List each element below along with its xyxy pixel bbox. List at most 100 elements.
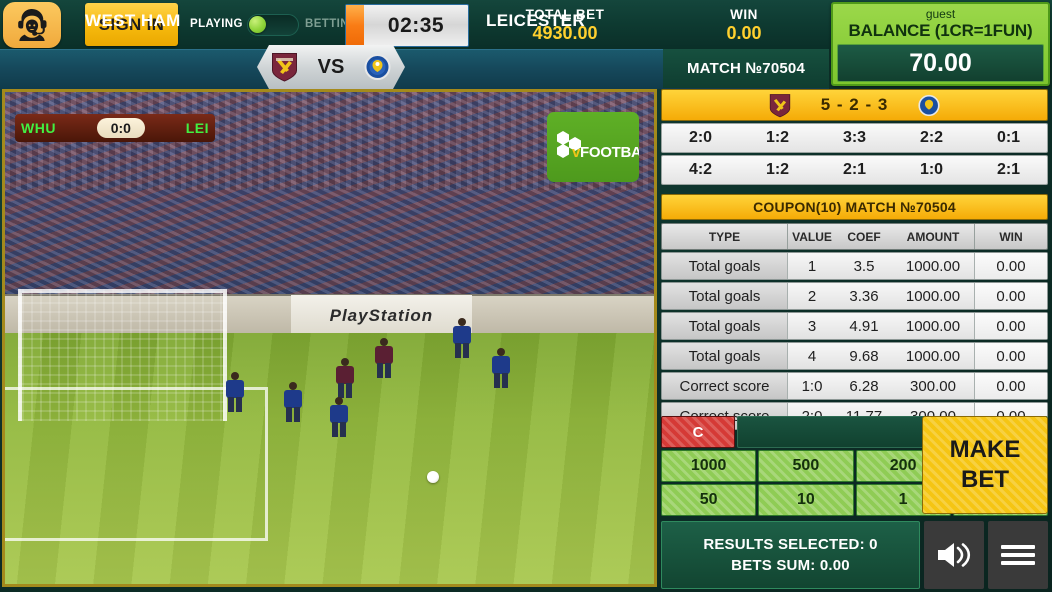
results-summary: RESULTS SELECTED: 0 BETS SUM: 0.00 (661, 521, 920, 589)
coupon-rows: Total goals 1 3.5 1000.00 0.00 Total goals 2 3.… (659, 252, 1050, 430)
coupon-cell-amount: 300.00 (892, 373, 975, 399)
coupon-row[interactable]: Total goals 1 3.5 1000.00 0.00 (661, 252, 1048, 280)
toggle-knob (249, 16, 266, 33)
video-scoreboard: WHU 0:0 LEI (15, 114, 215, 142)
coupon-row[interactable]: Correct score 1:0 6.28 300.00 0.00 (661, 372, 1048, 400)
series-record: 5 - 2 - 3 (820, 95, 889, 114)
series-header: 5 - 2 - 3 (661, 89, 1048, 121)
balance-panel[interactable]: guest BALANCE (1CR=1FUN) 70.00 (831, 2, 1050, 86)
sound-button[interactable] (924, 521, 984, 589)
results-selected: RESULTS SELECTED: 0 (703, 536, 878, 553)
win-label: WIN (730, 6, 758, 22)
vfootball-logo-text: vFOOTBALL (572, 144, 639, 161)
leicester-crest-icon (364, 54, 391, 80)
vfootball-logo: vFOOTBALL (547, 112, 639, 182)
match-number: MATCH №70504 (663, 49, 829, 88)
make-bet-button[interactable]: MAKE BET (922, 416, 1048, 514)
coupon-row[interactable]: Total goals 4 9.68 1000.00 0.00 (661, 342, 1048, 370)
coupon-cell-type: Total goals (662, 283, 788, 309)
history-score-cell: 2:1 (842, 161, 867, 178)
scorebug-home: WHU (21, 120, 56, 136)
history-score-cell: 2:0 (688, 129, 713, 146)
chip-10[interactable]: 10 (758, 484, 854, 516)
round-timer: 02:35 (345, 4, 469, 47)
betting-app: SIGN IN PLAYING BETTING 02:35 TOTAL BET … (0, 0, 1052, 592)
leicester-crest-small-icon (918, 94, 940, 116)
column-value: VALUE (792, 229, 832, 244)
coupon-cell-value: 4 (788, 343, 836, 369)
playing-label: PLAYING (190, 18, 243, 30)
coupon-title: COUPON(10) MATCH №70504 (661, 194, 1048, 220)
make-bet-line-2: BET (961, 466, 1009, 493)
chip-1000[interactable]: 1000 (661, 450, 757, 482)
home-team-name: WEST HAM (85, 11, 181, 30)
hamburger-menu-icon (1001, 541, 1035, 569)
coupon-cell-coef: 3.36 (836, 283, 892, 309)
coupon-row[interactable]: Total goals 2 3.36 1000.00 0.00 (661, 282, 1048, 310)
scorebug-away: LEI (185, 120, 209, 136)
coupon-cell-amount: 1000.00 (892, 283, 975, 309)
player (284, 382, 303, 423)
coupon-cell-win: 0.00 (975, 253, 1047, 279)
versus-badge: VS (257, 45, 405, 89)
coupon-cell-value: 1 (788, 253, 836, 279)
bets-sum: BETS SUM: 0.00 (731, 557, 850, 574)
make-bet-line-1: MAKE (949, 436, 1021, 463)
coupon-cell-win: 0.00 (975, 283, 1047, 309)
win-panel: WIN 0.00 (660, 0, 828, 49)
menu-button[interactable] (988, 521, 1048, 589)
player (329, 397, 348, 438)
history-scores-row-1: 2:0 1:2 3:3 2:2 0:1 (661, 123, 1048, 153)
history-score-cell: 2:1 (996, 161, 1021, 178)
player (225, 372, 244, 413)
column-coef: COEF (847, 229, 881, 244)
coupon-table-header: TYPE VALUE COEF AMOUNT WIN (661, 223, 1048, 250)
history-score-cell: 0:1 (996, 129, 1021, 146)
coupon-cell-type: Total goals (662, 253, 788, 279)
away-team-name: LEICESTER (486, 11, 586, 30)
coupon-cell-amount: 1000.00 (892, 313, 975, 339)
coupon-cell-coef: 3.5 (836, 253, 892, 279)
west-ham-crest-icon (271, 53, 297, 82)
balance-value: 70.00 (837, 44, 1044, 82)
support-agent-icon[interactable] (3, 2, 61, 48)
win-value: 0.00 (726, 22, 762, 43)
coupon-cell-amount: 1000.00 (892, 343, 975, 369)
column-type: TYPE (662, 224, 788, 249)
coupon-cell-value: 3 (788, 313, 836, 339)
playing-betting-toggle[interactable] (247, 14, 299, 36)
coupon-cell-coef: 9.68 (836, 343, 892, 369)
clear-bet-button[interactable]: C (661, 416, 735, 448)
coupon-cell-coef: 4.91 (836, 313, 892, 339)
balance-label: BALANCE (1CR=1FUN) (848, 21, 1033, 40)
right-panel: 5 - 2 - 3 2:0 1:2 3:3 2:2 0:1 4:2 1:2 2:1 1:0 2:… (659, 89, 1050, 589)
coupon-cell-type: Total goals (662, 313, 788, 339)
speaker-icon (938, 543, 971, 567)
chip-500[interactable]: 500 (758, 450, 854, 482)
history-score-cell: 1:2 (765, 129, 790, 146)
football (426, 470, 439, 483)
column-win: WIN (999, 229, 1023, 244)
bottom-bar: RESULTS SELECTED: 0 BETS SUM: 0.00 (661, 521, 1048, 589)
coupon-cell-amount: 1000.00 (892, 253, 975, 279)
user-name: guest (925, 7, 956, 21)
versus-label: VS (317, 55, 345, 78)
scorebug-score: 0:0 (96, 118, 145, 138)
player (452, 318, 471, 359)
west-ham-crest-small-icon (769, 93, 790, 117)
history-score-cell: 2:2 (919, 129, 944, 146)
coupon-cell-value: 1:0 (788, 373, 836, 399)
advert-playstation: PlayStation (290, 295, 473, 337)
coupon-cell-win: 0.00 (975, 373, 1047, 399)
player (374, 338, 393, 378)
history-score-cell: 1:2 (765, 161, 790, 178)
timer-value: 02:35 (387, 13, 445, 37)
coupon-cell-type: Total goals (662, 343, 788, 369)
coupon-cell-type: Correct score (662, 373, 788, 399)
chip-50[interactable]: 50 (661, 484, 757, 516)
player (491, 347, 510, 388)
history-score-cell: 1:0 (919, 161, 944, 178)
coupon-cell-win: 0.00 (975, 313, 1047, 339)
coupon-row[interactable]: Total goals 3 4.91 1000.00 0.00 (661, 312, 1048, 340)
coupon-cell-coef: 6.28 (836, 373, 892, 399)
